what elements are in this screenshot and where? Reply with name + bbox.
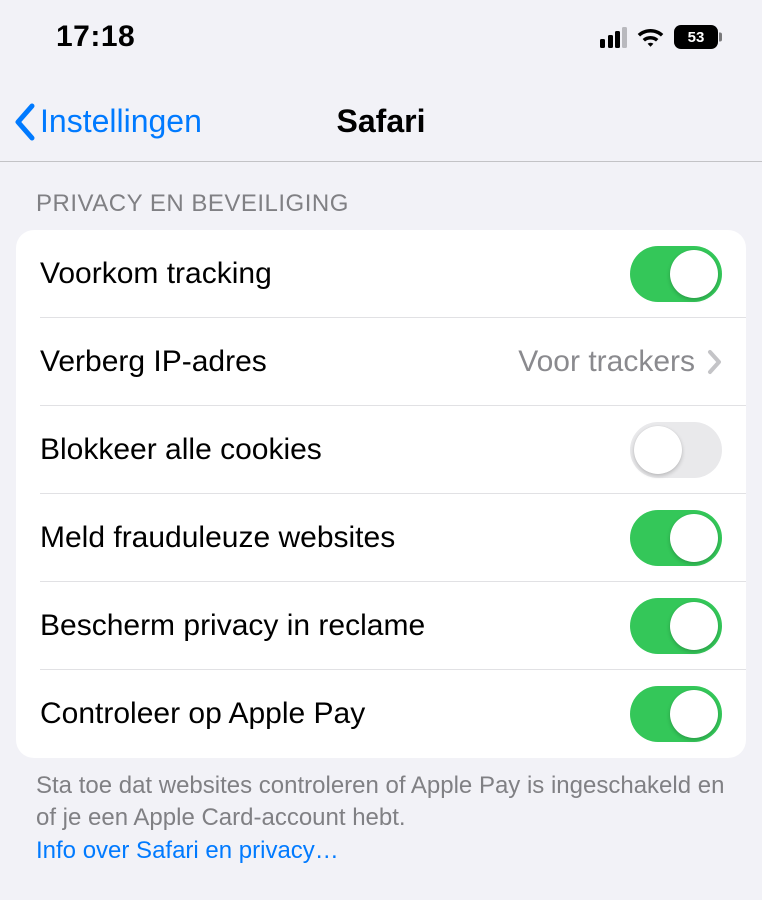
toggle-block-cookies[interactable]	[630, 422, 722, 478]
status-bar: 17:18 53	[0, 0, 762, 64]
toggle-prevent-tracking[interactable]	[630, 246, 722, 302]
row-value: Voor trackers	[518, 345, 695, 379]
footer-text: Sta toe dat websites controleren of Appl…	[36, 772, 724, 831]
toggle-apple-pay[interactable]	[630, 686, 722, 742]
row-hide-ip[interactable]: Verberg IP-adres Voor trackers	[16, 318, 746, 406]
toggle-fraudulent-websites[interactable]	[630, 510, 722, 566]
chevron-right-icon	[707, 349, 722, 375]
row-privacy-ads: Bescherm privacy in reclame	[16, 582, 746, 670]
page-title: Safari	[337, 103, 426, 140]
section-footer: Sta toe dat websites controleren of Appl…	[16, 758, 746, 867]
row-block-cookies: Blokkeer alle cookies	[16, 406, 746, 494]
section-header: PRIVACY EN BEVEILIGING	[16, 162, 746, 230]
row-apple-pay: Controleer op Apple Pay	[16, 670, 746, 758]
navigation-bar: Instellingen Safari	[0, 82, 762, 162]
toggle-privacy-ads[interactable]	[630, 598, 722, 654]
row-label: Blokkeer alle cookies	[40, 433, 630, 467]
chevron-left-icon	[12, 103, 36, 141]
battery-level: 53	[688, 29, 705, 46]
status-time: 17:18	[56, 20, 135, 54]
row-label: Verberg IP-adres	[40, 345, 518, 379]
status-indicators: 53	[600, 25, 718, 49]
privacy-info-link[interactable]: Info over Safari en privacy…	[36, 837, 339, 864]
cellular-signal-icon	[600, 26, 627, 48]
wifi-icon	[636, 26, 665, 48]
back-button[interactable]: Instellingen	[12, 103, 202, 141]
row-label: Meld frauduleuze websites	[40, 521, 630, 555]
battery-icon: 53	[674, 25, 718, 49]
row-label: Voorkom tracking	[40, 257, 630, 291]
row-label: Controleer op Apple Pay	[40, 697, 630, 731]
back-label: Instellingen	[40, 103, 202, 140]
content: PRIVACY EN BEVEILIGING Voorkom tracking …	[0, 162, 762, 867]
row-label: Bescherm privacy in reclame	[40, 609, 630, 643]
settings-group: Voorkom tracking Verberg IP-adres Voor t…	[16, 230, 746, 758]
row-fraudulent-websites: Meld frauduleuze websites	[16, 494, 746, 582]
row-prevent-tracking: Voorkom tracking	[16, 230, 746, 318]
